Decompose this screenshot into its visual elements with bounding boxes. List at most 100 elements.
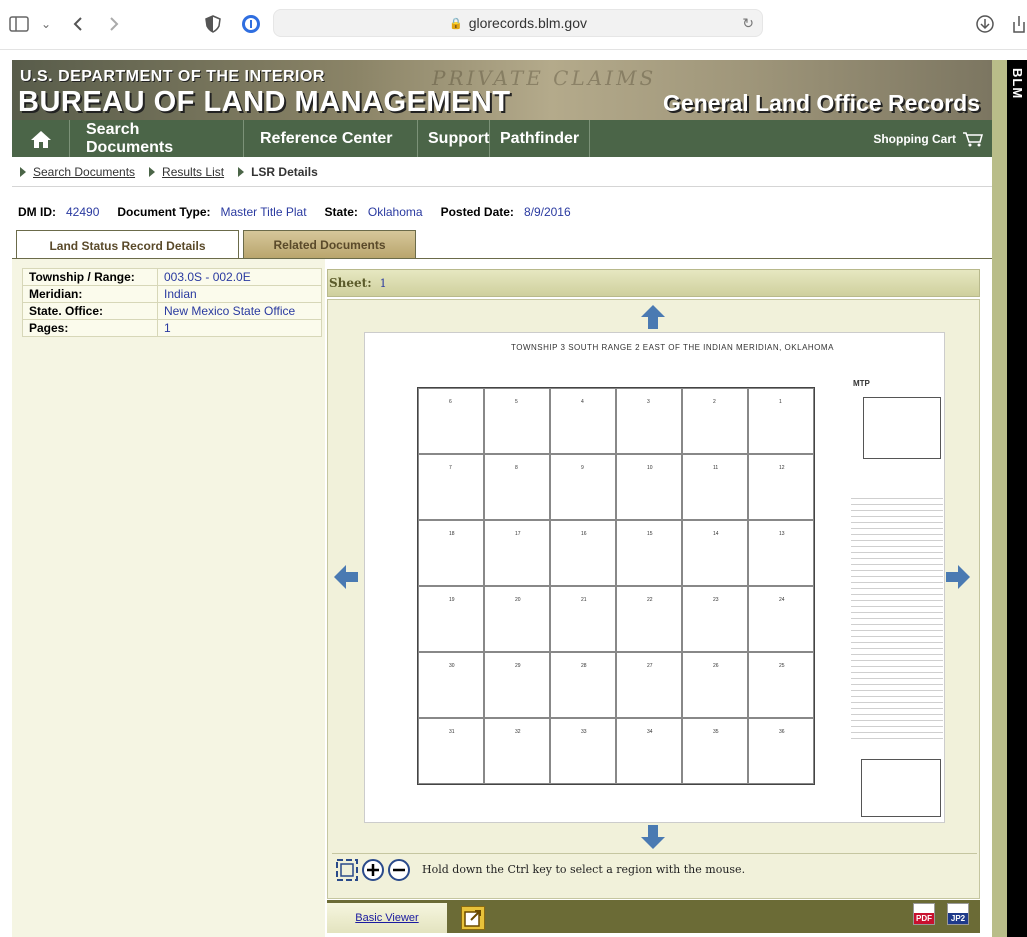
- plat-index-box: [863, 397, 941, 459]
- share-icon[interactable]: [1012, 12, 1026, 36]
- breadcrumb-item: Results List: [149, 165, 224, 179]
- sheet-label: Sheet:: [329, 276, 372, 290]
- table-row: Pages: 1: [22, 319, 322, 337]
- details-table: Township / Range: 003.0S - 002.0E Meridia…: [22, 268, 322, 337]
- jp2-icon: JP2: [948, 913, 968, 924]
- selection-hint: Hold down the Ctrl key to select a regio…: [422, 863, 746, 876]
- breadcrumb-arrow-icon: [238, 166, 245, 177]
- plat-section-cell: 18: [418, 520, 484, 586]
- breadcrumb-item: Search Documents: [20, 165, 135, 179]
- site-title: General Land Office Records: [663, 90, 980, 116]
- plat-section-cell: 31: [418, 718, 484, 784]
- pdf-download-button[interactable]: PDF: [913, 903, 935, 925]
- detail-key: Township / Range:: [22, 268, 158, 286]
- sidebar-toggle-icon[interactable]: [8, 12, 30, 36]
- home-button[interactable]: [12, 120, 70, 157]
- plat-section-cell: 5: [484, 388, 550, 454]
- zoom-in-icon: [362, 858, 384, 881]
- plat-section-cell: 20: [484, 586, 550, 652]
- plat-section-cell: 16: [550, 520, 616, 586]
- table-row: Township / Range: 003.0S - 002.0E: [22, 268, 322, 286]
- forward-icon[interactable]: [104, 12, 124, 36]
- reload-icon[interactable]: ↻: [742, 15, 754, 32]
- shield-icon[interactable]: [202, 12, 224, 36]
- plat-section-cell: 30: [418, 652, 484, 718]
- plat-section-cell: 25: [748, 652, 814, 718]
- sheet-number[interactable]: 1: [380, 277, 387, 290]
- plat-section-cell: 34: [616, 718, 682, 784]
- viewer-frame: TOWNSHIP 3 SOUTH RANGE 2 EAST OF THE IND…: [327, 299, 980, 899]
- pan-right-button[interactable]: [945, 564, 971, 595]
- shopping-cart-label: Shopping Cart: [873, 131, 956, 146]
- table-row: Meridian: Indian: [22, 285, 322, 303]
- plat-section-cell: 26: [682, 652, 748, 718]
- plat-section-cell: 21: [550, 586, 616, 652]
- blm-side-label: BLM: [1010, 68, 1025, 100]
- sheet-bar: Sheet: 1: [327, 269, 980, 297]
- tab-land-status-record-details[interactable]: Land Status Record Details: [16, 230, 239, 260]
- posted-date-value: 8/9/2016: [523, 205, 571, 219]
- arrow-left-icon: [334, 565, 358, 589]
- back-icon[interactable]: [68, 12, 88, 36]
- plat-image[interactable]: TOWNSHIP 3 SOUTH RANGE 2 EAST OF THE IND…: [364, 332, 945, 823]
- download-icon[interactable]: [974, 12, 996, 36]
- plat-section-cell: 22: [616, 586, 682, 652]
- plat-section-cell: 29: [484, 652, 550, 718]
- detail-key: Pages:: [22, 319, 158, 337]
- plat-section-cell: 4: [550, 388, 616, 454]
- plat-section-cell: 2: [682, 388, 748, 454]
- plat-section-cell: 11: [682, 454, 748, 520]
- breadcrumb-item: LSR Details: [238, 165, 318, 179]
- nav-search-documents[interactable]: Search Documents: [70, 120, 244, 157]
- plat-section-cell: 13: [748, 520, 814, 586]
- plat-section-cell: 32: [484, 718, 550, 784]
- popout-button[interactable]: [461, 906, 485, 930]
- plat-section-cell: 24: [748, 586, 814, 652]
- page-margin: [0, 60, 12, 937]
- plat-section-cell: 1: [748, 388, 814, 454]
- zoom-out-icon: [388, 858, 410, 881]
- pan-down-button[interactable]: [640, 824, 666, 855]
- pan-up-button[interactable]: [640, 304, 666, 335]
- state-value: Oklahoma: [367, 205, 423, 219]
- nav-support[interactable]: Support: [418, 120, 490, 157]
- tab-related-documents[interactable]: Related Documents: [243, 230, 416, 259]
- plat-section-cell: 7: [418, 454, 484, 520]
- breadcrumb-results-list[interactable]: Results List: [162, 165, 224, 179]
- dm-id-value: 42490: [66, 205, 100, 219]
- department-title: U.S. DEPARTMENT OF THE INTERIOR: [20, 68, 325, 85]
- plat-title: TOWNSHIP 3 SOUTH RANGE 2 EAST OF THE IND…: [511, 343, 834, 352]
- zoom-in-button[interactable]: [362, 858, 384, 881]
- zoom-out-button[interactable]: [388, 858, 410, 881]
- select-region-button[interactable]: [336, 858, 358, 881]
- select-region-icon: [336, 858, 358, 881]
- plat-section-cell: 19: [418, 586, 484, 652]
- address-bar[interactable]: 🔒 glorecords.blm.gov ↻: [273, 9, 763, 37]
- chevron-down-icon[interactable]: ⌄: [38, 12, 54, 36]
- browser-toolbar: ⌄ 🔒 glorecords.blm.gov ↻: [0, 0, 1027, 50]
- breadcrumb-arrow-icon: [149, 166, 156, 177]
- posted-date-label: Posted Date:: [440, 205, 514, 219]
- main-nav: Search Documents Reference Center Suppor…: [12, 120, 992, 157]
- blm-side-tab[interactable]: BLM: [1007, 60, 1027, 937]
- plat-section-cell: 23: [682, 586, 748, 652]
- doc-type-value: Master Title Plat: [220, 205, 307, 219]
- site-banner: PRIVATE CLAIMS U.S. DEPARTMENT OF THE IN…: [12, 60, 992, 120]
- jp2-download-button[interactable]: JP2: [947, 903, 969, 925]
- plat-section-cell: 33: [550, 718, 616, 784]
- plat-legend-box: [861, 759, 941, 817]
- breadcrumb-search-documents[interactable]: Search Documents: [33, 165, 135, 179]
- breadcrumb-arrow-icon: [20, 166, 26, 177]
- nav-reference-center[interactable]: Reference Center: [244, 120, 418, 157]
- breadcrumb: Search Documents Results List LSR Detail…: [12, 157, 992, 187]
- password-manager-icon[interactable]: [240, 12, 262, 36]
- side-decoration: [992, 60, 1007, 937]
- lock-icon: 🔒: [449, 17, 463, 30]
- breadcrumb-current: LSR Details: [251, 164, 318, 179]
- shopping-cart-link[interactable]: Shopping Cart: [873, 120, 992, 157]
- details-panel: [12, 259, 325, 937]
- pan-left-button[interactable]: [333, 564, 359, 595]
- nav-pathfinder[interactable]: Pathfinder: [490, 120, 590, 157]
- detail-value: Indian: [157, 285, 322, 303]
- basic-viewer-link[interactable]: Basic Viewer: [327, 903, 447, 933]
